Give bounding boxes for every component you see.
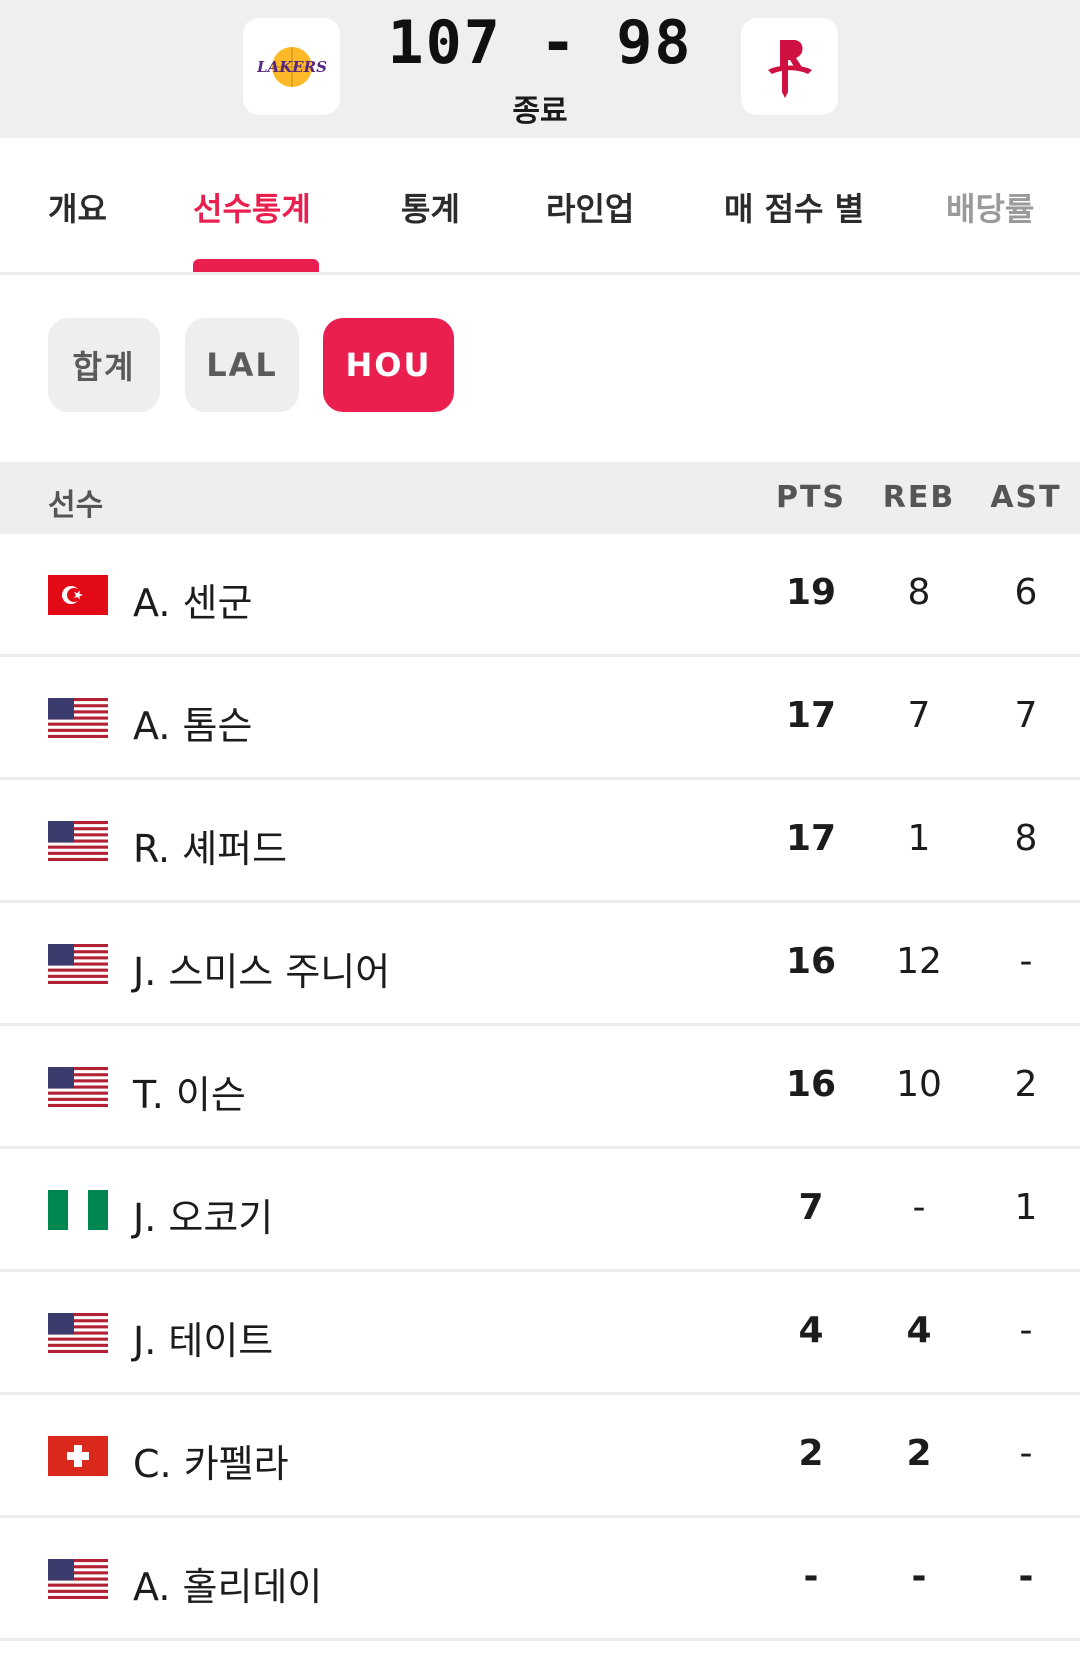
table-row[interactable]: C. 카펠라 2 2 - [0, 1395, 1080, 1518]
table-row[interactable]: A. 센군 19 8 6 [0, 534, 1080, 657]
player-name: J. 오코기 [133, 1196, 274, 1240]
ast-value: - [1019, 1310, 1033, 1351]
player-name: A. 센군 [133, 581, 253, 625]
reb-value: 7 [907, 695, 931, 736]
active-tab-indicator [193, 259, 319, 272]
filter-hou-button[interactable]: HOU [323, 318, 454, 412]
pts-value: 19 [785, 572, 837, 613]
ast-value: 6 [1014, 572, 1038, 613]
ast-value: - [1019, 1433, 1033, 1474]
pts-value: 16 [785, 1064, 837, 1105]
table-row[interactable]: T. 이슨 16 10 2 [0, 1026, 1080, 1149]
svg-text:LAKERS: LAKERS [257, 58, 327, 76]
basketball-icon: LAKERS [257, 46, 327, 87]
ast-column-header[interactable]: AST [971, 480, 1080, 515]
stats-table-header: 선수 PTS REB AST [0, 462, 1080, 534]
table-row[interactable]: J. 테이트 4 4 - [0, 1272, 1080, 1395]
usa-flag-icon [48, 1067, 108, 1107]
reb-value: 10 [896, 1064, 942, 1105]
nigeria-flag-icon [48, 1190, 108, 1230]
pts-value: 7 [798, 1187, 824, 1228]
tab-play-by-play[interactable]: 매 점수 별 [724, 184, 864, 230]
game-score: 107 - 98 [387, 8, 693, 78]
player-name: C. 카펠라 [133, 1442, 289, 1486]
table-row[interactable]: A. 홀리데이 - - - [0, 1518, 1080, 1641]
pts-column-header[interactable]: PTS [756, 480, 866, 515]
player-name: R. 셰퍼드 [133, 827, 288, 871]
usa-flag-icon [48, 1313, 108, 1353]
player-column-header: 선수 [48, 488, 104, 523]
pts-value: 17 [785, 818, 837, 859]
player-name: J. 테이트 [133, 1319, 274, 1363]
table-row[interactable]: J. 스미스 주니어 16 12 - [0, 903, 1080, 1026]
pts-value: 16 [785, 941, 837, 982]
ast-value: - [1019, 941, 1033, 982]
filter-total-button[interactable]: 합계 [48, 318, 160, 412]
tab-bar: 개요 선수통계 통계 라인업 매 점수 별 배당률 [0, 138, 1080, 275]
usa-flag-icon [48, 1559, 108, 1599]
tab-stats[interactable]: 통계 [401, 184, 460, 230]
ast-value: - [1018, 1556, 1034, 1597]
reb-value: 2 [906, 1433, 932, 1474]
pts-value: 4 [798, 1310, 824, 1351]
table-row[interactable]: R. 셰퍼드 17 1 8 [0, 780, 1080, 903]
tab-lineup[interactable]: 라인업 [546, 184, 634, 230]
usa-flag-icon [48, 698, 108, 738]
player-name: A. 홀리데이 [133, 1565, 323, 1609]
reb-value: 8 [907, 572, 931, 613]
reb-value: 1 [907, 818, 931, 859]
pts-value: 2 [798, 1433, 824, 1474]
lakers-logo[interactable]: LAKERS [243, 18, 340, 115]
usa-flag-icon [48, 944, 108, 984]
tab-player-stats[interactable]: 선수통계 [193, 184, 311, 230]
player-name: T. 이슨 [133, 1073, 246, 1117]
reb-value: 12 [896, 941, 942, 982]
rocket-icon [767, 39, 812, 98]
rockets-logo[interactable] [741, 18, 838, 115]
table-row[interactable]: J. 오코기 7 - 1 [0, 1149, 1080, 1272]
switzerland-flag-icon [48, 1436, 108, 1476]
scoreboard-header: LAKERS 107 - 98 종료 [0, 0, 1080, 138]
usa-flag-icon [48, 821, 108, 861]
reb-value: - [912, 1187, 926, 1228]
game-status: 종료 [512, 94, 568, 129]
reb-value: 4 [906, 1310, 932, 1351]
pts-value: 17 [785, 695, 837, 736]
player-name: J. 스미스 주니어 [133, 950, 391, 994]
filter-lal-button[interactable]: LAL [185, 318, 299, 412]
reb-value: - [911, 1556, 927, 1597]
tab-overview[interactable]: 개요 [48, 184, 107, 230]
ast-value: 8 [1014, 818, 1038, 859]
table-row[interactable]: A. 톰슨 17 7 7 [0, 657, 1080, 780]
ast-value: 2 [1014, 1064, 1038, 1105]
ast-value: 7 [1014, 695, 1038, 736]
ast-value: 1 [1014, 1187, 1038, 1228]
reb-column-header[interactable]: REB [864, 480, 974, 515]
tab-odds[interactable]: 배당률 [946, 184, 1034, 230]
pts-value: - [803, 1556, 819, 1597]
player-name: A. 톰슨 [133, 704, 253, 748]
turkey-flag-icon [48, 575, 108, 615]
